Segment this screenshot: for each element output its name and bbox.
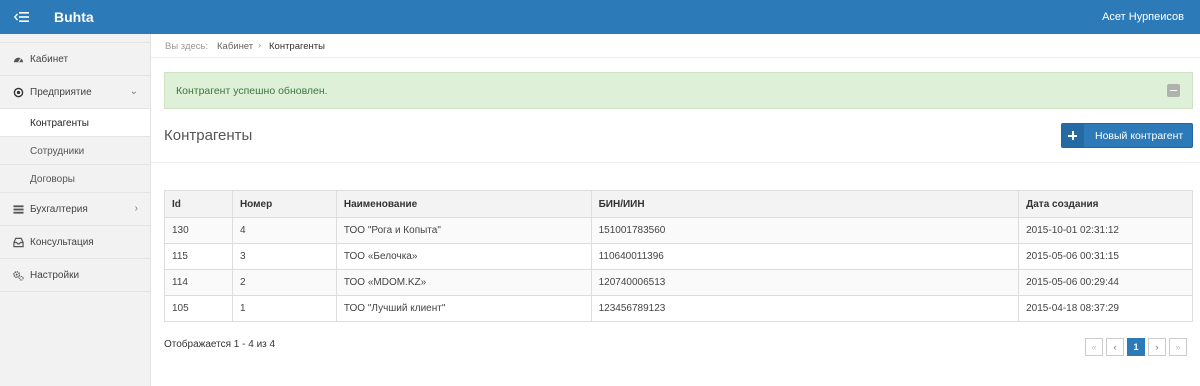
pagination-next-button[interactable]: › xyxy=(1148,338,1166,356)
cell-name: ТОО «MDOM.KZ» xyxy=(335,269,592,296)
cell-id: 105 xyxy=(164,295,233,322)
table-row[interactable]: 105 1 ТОО "Лучший клиент" 123456789123 2… xyxy=(164,295,1193,322)
cell-bin: 120740006513 xyxy=(590,269,1020,296)
sidebar-item-label: Бухгалтерия xyxy=(30,204,88,215)
cell-bin: 151001783560 xyxy=(590,217,1020,244)
alert-message: Контрагент успешно обновлен. xyxy=(176,85,328,97)
column-header-number[interactable]: Номер xyxy=(231,190,337,218)
cell-created: 2015-04-18 08:37:29 xyxy=(1018,295,1193,322)
cell-number: 1 xyxy=(231,295,337,322)
table-row[interactable]: 130 4 ТОО "Рога и Копыта" 151001783560 2… xyxy=(164,217,1193,244)
sidebar-toggle-icon[interactable] xyxy=(14,10,30,24)
table-row[interactable]: 115 3 ТОО «Белочка» 110640011396 2015-05… xyxy=(164,243,1193,270)
cell-name: ТОО "Рога и Копыта" xyxy=(335,217,592,244)
cell-id: 114 xyxy=(164,269,233,296)
sidebar: Кабинет Предприятие ⌄ Контрагенты Сотруд… xyxy=(0,34,151,386)
cell-name: ТОО «Белочка» xyxy=(335,243,592,270)
cell-id: 130 xyxy=(164,217,233,244)
sidebar-subitem-counterparties[interactable]: Контрагенты xyxy=(0,109,150,137)
pagination-page-1[interactable]: 1 xyxy=(1127,338,1145,356)
pagination-first-button[interactable]: « xyxy=(1085,338,1103,356)
top-navbar: Buhta Асет Нурпеисов xyxy=(0,0,1200,34)
inbox-icon xyxy=(13,237,24,248)
counterparties-table: Id Номер Наименование БИН/ИИН Дата созда… xyxy=(164,190,1193,322)
sidebar-subitem-label: Контрагенты xyxy=(30,118,89,129)
sidebar-subitem-label: Договоры xyxy=(30,174,75,185)
table-info: Отображается 1 - 4 из 4 xyxy=(164,339,276,350)
divider xyxy=(151,162,1200,163)
sidebar-item-accounting[interactable]: Бухгалтерия › xyxy=(0,193,150,226)
column-header-bin[interactable]: БИН/ИИН xyxy=(590,190,1020,218)
gears-icon xyxy=(13,271,24,281)
sidebar-item-enterprise[interactable]: Предприятие ⌄ xyxy=(0,76,150,109)
sidebar-item-label: Консультация xyxy=(30,237,94,248)
brand-logo[interactable]: Buhta xyxy=(54,9,94,25)
cell-id: 115 xyxy=(164,243,233,270)
cell-name: ТОО "Лучший клиент" xyxy=(335,295,592,322)
sidebar-item-label: Предприятие xyxy=(30,87,92,98)
breadcrumb-prefix: Вы здесь: xyxy=(165,41,209,52)
pagination-last-button[interactable]: » xyxy=(1169,338,1187,356)
page-title: Контрагенты xyxy=(164,127,253,144)
column-header-id[interactable]: Id xyxy=(164,190,233,218)
cell-bin: 110640011396 xyxy=(590,243,1020,270)
cell-number: 3 xyxy=(231,243,337,270)
success-alert: Контрагент успешно обновлен. xyxy=(164,72,1193,109)
breadcrumb: Вы здесь: Кабинет › Контрагенты xyxy=(151,34,1200,58)
cell-created: 2015-05-06 00:31:15 xyxy=(1018,243,1193,270)
dashboard-icon xyxy=(13,57,24,63)
cell-number: 2 xyxy=(231,269,337,296)
sidebar-subitem-label: Сотрудники xyxy=(30,146,85,157)
sidebar-item-cabinet[interactable]: Кабинет xyxy=(0,43,150,76)
plus-icon xyxy=(1062,124,1084,147)
breadcrumb-separator: › xyxy=(258,40,262,51)
column-header-created[interactable]: Дата создания xyxy=(1018,190,1193,218)
sidebar-subitem-contracts[interactable]: Договоры xyxy=(0,165,150,193)
column-header-name[interactable]: Наименование xyxy=(335,190,592,218)
sidebar-item-label: Кабинет xyxy=(30,54,69,65)
sidebar-item-label: Настройки xyxy=(30,270,80,281)
circle-dot-icon xyxy=(13,87,24,98)
pagination-prev-button[interactable]: ‹ xyxy=(1106,338,1124,356)
cell-number: 4 xyxy=(231,217,337,244)
sidebar-item-settings[interactable]: Настройки xyxy=(0,259,150,292)
list-icon xyxy=(13,205,24,214)
table-header-row: Id Номер Наименование БИН/ИИН Дата созда… xyxy=(164,190,1193,218)
new-counterparty-button-label: Новый контрагент xyxy=(1095,130,1184,142)
sidebar-subitem-employees[interactable]: Сотрудники xyxy=(0,137,150,165)
sidebar-item-consultation[interactable]: Консультация xyxy=(0,226,150,259)
breadcrumb-link-cabinet[interactable]: Кабинет xyxy=(217,41,253,52)
table-row[interactable]: 114 2 ТОО «MDOM.KZ» 120740006513 2015-05… xyxy=(164,269,1193,296)
chevron-down-icon: ⌄ xyxy=(129,86,138,97)
cell-created: 2015-05-06 00:29:44 xyxy=(1018,269,1193,296)
breadcrumb-current: Контрагенты xyxy=(269,41,325,52)
alert-dismiss-icon[interactable] xyxy=(1167,84,1180,97)
cell-bin: 123456789123 xyxy=(590,295,1020,322)
cell-created: 2015-10-01 02:31:12 xyxy=(1018,217,1193,244)
user-menu[interactable]: Асет Нурпеисов xyxy=(1102,11,1184,23)
new-counterparty-button[interactable]: Новый контрагент xyxy=(1061,123,1193,148)
chevron-right-icon: › xyxy=(134,203,138,214)
